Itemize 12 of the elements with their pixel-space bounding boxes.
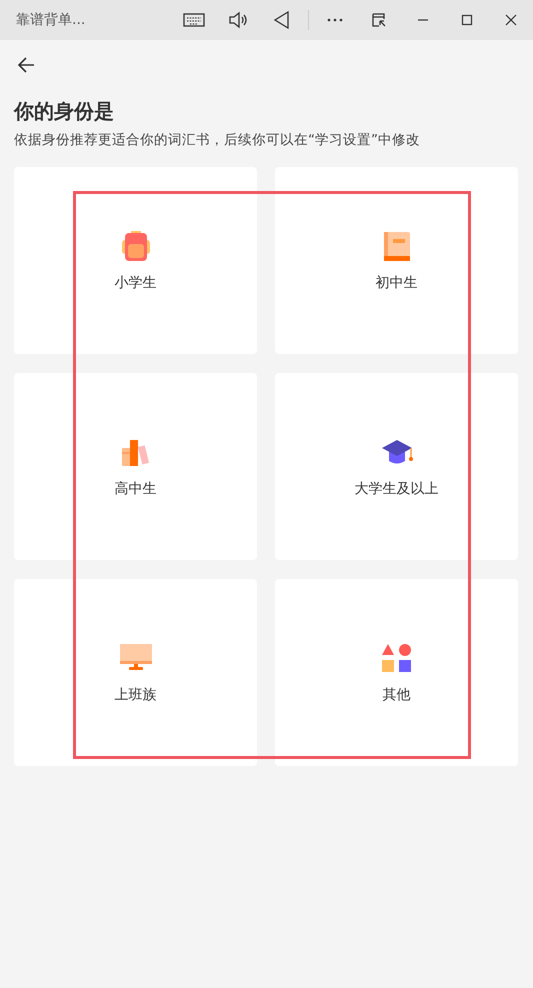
identity-card[interactable]: 小学生: [14, 167, 257, 354]
page-heading: 你的身份是: [14, 98, 115, 125]
shapes-icon: [380, 642, 412, 674]
window-title: 靠谱背单...: [16, 11, 86, 29]
identity-card[interactable]: 上班族: [14, 579, 257, 766]
identity-card[interactable]: 大学生及以上: [275, 373, 518, 560]
identity-card[interactable]: 初中生: [275, 167, 518, 354]
page-subtitle: 依据身份推荐更适合你的词汇书，后续你可以在“学习设置”中修改: [14, 131, 421, 149]
speaker-icon[interactable]: [227, 9, 249, 31]
backpack-icon: [120, 230, 152, 262]
identity-card[interactable]: 其他: [275, 579, 518, 766]
identity-card[interactable]: 高中生: [14, 373, 257, 560]
